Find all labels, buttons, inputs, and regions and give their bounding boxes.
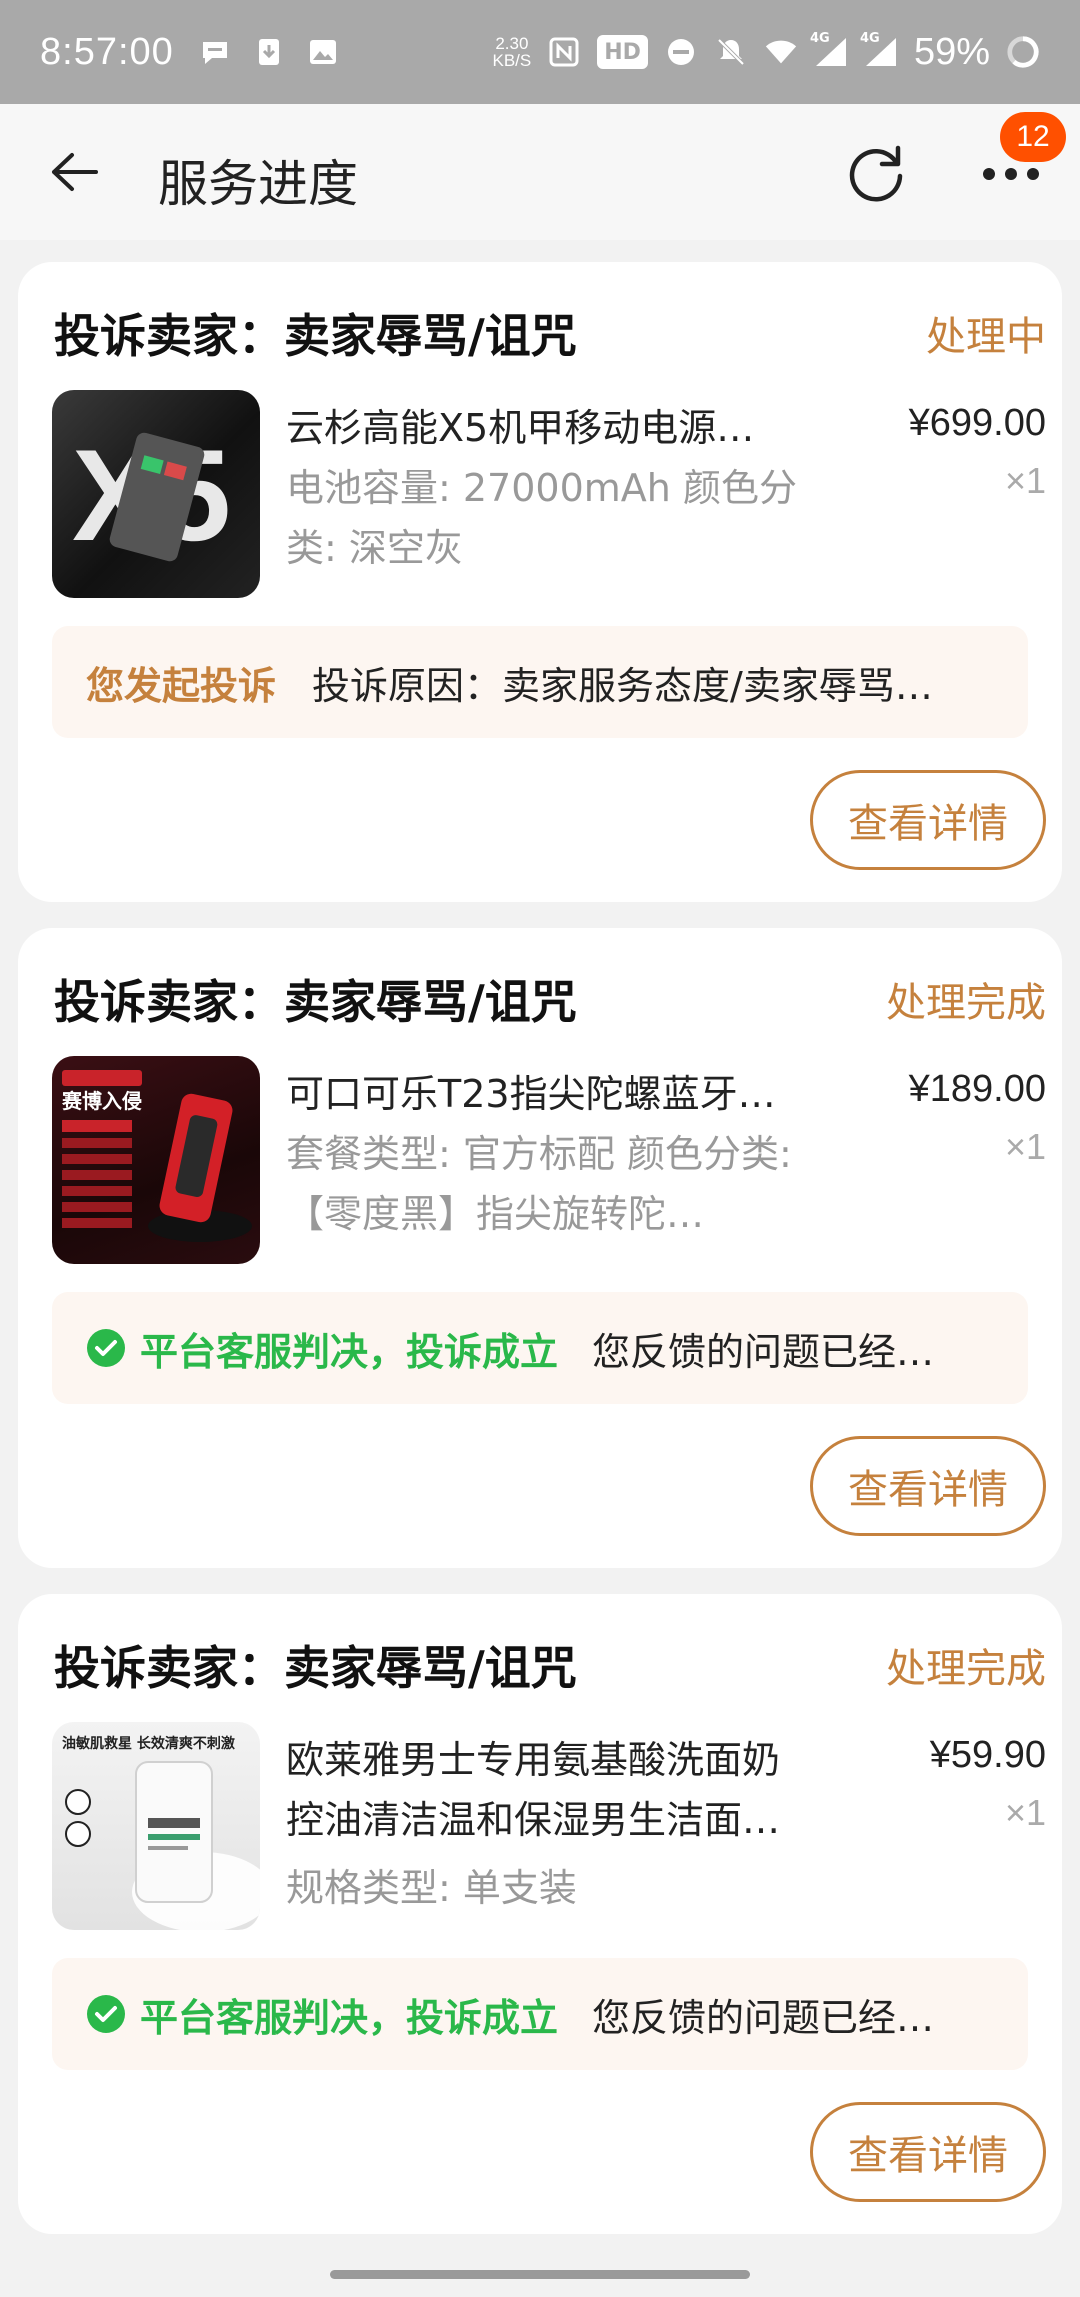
product-spec: 电池容量: 27000mAh 颜色分类: 深空灰 bbox=[286, 466, 797, 570]
complaint-title: 投诉卖家：卖家辱骂/诅咒 bbox=[54, 975, 577, 1029]
verdict-notice[interactable]: 平台客服判决，投诉成立 您反馈的问题已经… bbox=[52, 1292, 1028, 1404]
nfc-icon bbox=[547, 35, 581, 69]
complaint-title: 投诉卖家：卖家辱骂/诅咒 bbox=[54, 309, 577, 363]
status-label: 处理完成 bbox=[886, 980, 1046, 1026]
status-label: 处理完成 bbox=[886, 1646, 1046, 1692]
service-card: 投诉卖家：卖家辱骂/诅咒 处理完成 赛博入侵 可口可乐T23指尖陀螺蓝牙… 套餐… bbox=[18, 928, 1062, 1568]
message-icon bbox=[198, 35, 232, 69]
signal-icon-1: 4G bbox=[810, 31, 848, 69]
page-title: 服务进度 bbox=[158, 155, 358, 213]
view-details-button[interactable]: 查看详情 bbox=[810, 770, 1046, 870]
notice-text: 投诉原因：卖家服务态度/卖家辱骂… bbox=[312, 663, 933, 708]
product-thumbnail[interactable]: X5 bbox=[52, 390, 260, 598]
service-card: 投诉卖家：卖家辱骂/诅咒 处理中 X5 云杉高能X5机甲移动电源… 电池容量: … bbox=[18, 262, 1062, 902]
thumb-caption-text: 油敏肌救星 长效清爽不刺激 bbox=[62, 1735, 235, 1752]
notice-text: 您反馈的问题已经… bbox=[592, 1329, 935, 1374]
notice-label: 您发起投诉 bbox=[86, 663, 277, 708]
verdict-label: 平台客服判决，投诉成立 bbox=[140, 1995, 559, 2040]
product-qty: ×1 bbox=[1004, 1126, 1046, 1167]
product-qty: ×1 bbox=[1004, 1792, 1046, 1833]
status-bar: 8:57:00 2.30 KB/S HD 4G 4G 59% bbox=[0, 0, 1080, 104]
view-details-button[interactable]: 查看详情 bbox=[810, 1436, 1046, 1536]
product-thumbnail[interactable]: 赛博入侵 bbox=[52, 1056, 260, 1264]
status-time: 8:57:00 bbox=[40, 30, 174, 73]
complaint-title: 投诉卖家：卖家辱骂/诅咒 bbox=[54, 1641, 577, 1695]
signal-label-2: 4G bbox=[859, 31, 880, 46]
hd-voice-icon: HD bbox=[597, 35, 648, 69]
product-title[interactable]: 欧莱雅男士专用氨基酸洗面奶控油清洁温和保湿男生洁面… bbox=[286, 1730, 806, 1850]
verdict-label: 平台客服判决，投诉成立 bbox=[140, 1329, 559, 1374]
do-not-disturb-icon bbox=[664, 35, 698, 69]
download-icon bbox=[252, 35, 286, 69]
product-spec: 规格类型: 单支装 bbox=[286, 1866, 577, 1910]
wifi-icon bbox=[764, 35, 798, 69]
notice-text: 您反馈的问题已经… bbox=[592, 1995, 935, 2040]
service-card: 投诉卖家：卖家辱骂/诅咒 处理完成 油敏肌救星 长效清爽不刺激 欧莱雅男士专用氨… bbox=[18, 1594, 1062, 2234]
view-details-button[interactable]: 查看详情 bbox=[810, 2102, 1046, 2202]
verdict-notice[interactable]: 平台客服判决，投诉成立 您反馈的问题已经… bbox=[52, 1958, 1028, 2070]
system-icons: 2.30 KB/S HD 4G 4G 59% bbox=[493, 31, 1041, 74]
product-price: ¥699.00 bbox=[908, 402, 1046, 444]
app-header: 服务进度 bbox=[0, 104, 1080, 240]
network-speed: 2.30 KB/S bbox=[493, 35, 532, 69]
back-button[interactable] bbox=[44, 142, 104, 202]
signal-icon-2: 4G bbox=[860, 31, 898, 69]
battery-percent: 59% bbox=[913, 30, 990, 73]
product-qty: ×1 bbox=[1004, 460, 1046, 501]
message-count-badge: 12 bbox=[1000, 112, 1066, 162]
image-icon bbox=[306, 35, 340, 69]
check-circle-icon bbox=[87, 1329, 125, 1367]
thumb-cyber-text: 赛博入侵 bbox=[61, 1089, 142, 1113]
arrow-left-icon bbox=[52, 153, 98, 191]
battery-icon bbox=[1006, 35, 1040, 69]
home-indicator[interactable] bbox=[330, 2270, 750, 2279]
check-circle-icon bbox=[87, 1995, 125, 2033]
net-speed-unit: KB/S bbox=[492, 51, 532, 70]
mute-icon bbox=[714, 35, 748, 69]
status-label: 处理中 bbox=[926, 314, 1046, 360]
complaint-notice[interactable]: 您发起投诉 投诉原因：卖家服务态度/卖家辱骂… bbox=[52, 626, 1028, 738]
product-price: ¥189.00 bbox=[908, 1068, 1046, 1110]
product-title[interactable]: 可口可乐T23指尖陀螺蓝牙… bbox=[286, 1064, 806, 1124]
product-title[interactable]: 云杉高能X5机甲移动电源… bbox=[286, 398, 806, 458]
product-spec: 套餐类型: 官方标配 颜色分类: 【零度黑】指尖旋转陀… bbox=[286, 1132, 792, 1236]
more-dots-icon bbox=[983, 168, 1039, 180]
refresh-button[interactable] bbox=[846, 142, 908, 204]
product-price: ¥59.90 bbox=[929, 1734, 1046, 1776]
notification-icons bbox=[198, 35, 340, 69]
product-thumbnail[interactable]: 油敏肌救星 长效清爽不刺激 bbox=[52, 1722, 260, 1930]
signal-label-1: 4G bbox=[809, 31, 830, 46]
refresh-icon bbox=[849, 145, 903, 202]
